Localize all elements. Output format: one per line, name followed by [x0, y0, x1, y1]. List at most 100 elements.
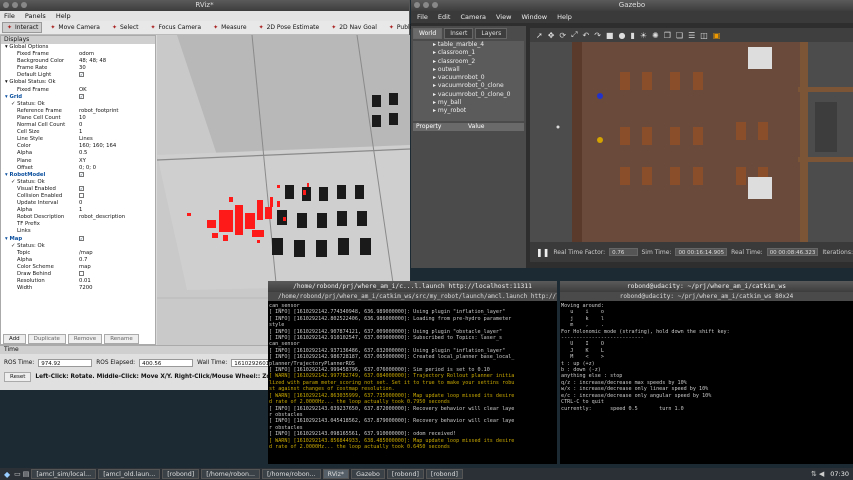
display-value[interactable]: robot_description	[79, 214, 155, 221]
display-row[interactable]: Frame Rate 30	[1, 65, 155, 72]
terminal2-tab[interactable]: robond@udacity: ~/prj/where_am_i/catkim_…	[560, 292, 853, 301]
display-value[interactable]: ✓	[79, 72, 155, 79]
pause-icon[interactable]: ❚❚	[536, 248, 549, 257]
display-row[interactable]: ▾ Grid ✓	[1, 93, 155, 101]
taskbar-item[interactable]: [/home/robon...	[201, 469, 260, 479]
volume-icon[interactable]: ◀	[819, 470, 824, 478]
tool-interact[interactable]: ✦ Interact	[2, 22, 43, 33]
terminal1-output[interactable]: can_sensor[ INFO] [1610292142.774340948,…	[268, 301, 557, 452]
display-value[interactable]: OK	[79, 87, 155, 94]
tool-measure[interactable]: ✦ Measure	[208, 22, 251, 33]
display-value[interactable]: 48; 48; 48	[79, 58, 155, 65]
tab-layers[interactable]: Layers	[475, 28, 508, 39]
display-value[interactable]: 0	[79, 122, 155, 129]
tab-insert[interactable]: Insert	[444, 28, 474, 39]
display-value[interactable]	[79, 192, 155, 200]
display-row[interactable]: Line Style Lines	[1, 136, 155, 143]
display-value[interactable]: ✓	[79, 185, 155, 193]
display-row[interactable]: Draw Behind	[1, 271, 155, 278]
translate-icon[interactable]: ✥	[548, 31, 555, 40]
display-value[interactable]: 30	[79, 65, 155, 72]
menu-panels[interactable]: Panels	[25, 11, 46, 21]
ros-time-field[interactable]: 974.92	[38, 359, 93, 367]
display-value[interactable]	[79, 243, 155, 250]
world-model-item[interactable]: ▸ classroom_1	[413, 49, 524, 57]
close-icon[interactable]	[3, 2, 9, 8]
world-tree[interactable]: ▸ table_marble_4 ▸ classroom_1 ▸ classroom…	[413, 41, 524, 121]
sun-light-icon[interactable]: ☀	[640, 31, 647, 40]
undo-icon[interactable]: ↶	[583, 31, 590, 40]
display-row[interactable]: Color Scheme map	[1, 264, 155, 271]
display-row[interactable]: ▾ Global Status: Ok	[1, 79, 155, 86]
network-icon[interactable]: ⇅	[811, 470, 817, 478]
display-row[interactable]: Links	[1, 228, 155, 235]
display-row[interactable]: Resolution 0.01	[1, 278, 155, 285]
display-value[interactable]: 0	[79, 200, 155, 207]
display-row[interactable]: Fixed Frame OK	[1, 87, 155, 94]
files-launcher-icon[interactable]: ▤	[23, 470, 30, 478]
display-row[interactable]: ✓ Status: Ok	[1, 243, 155, 250]
display-value[interactable]: map	[79, 264, 155, 271]
scale-icon[interactable]: ⤢	[571, 30, 577, 40]
screenshot-icon[interactable]: ▣	[713, 31, 721, 40]
display-row[interactable]: Alpha 0.5	[1, 150, 155, 157]
paste-icon[interactable]: ❏	[676, 31, 683, 40]
display-value[interactable]: ✓	[79, 171, 155, 179]
display-row[interactable]: Visual Enabled ✓	[1, 185, 155, 193]
gazebo-menu-file[interactable]: File	[417, 11, 428, 23]
display-value[interactable]: 160; 160; 164	[79, 143, 155, 150]
taskbar-item[interactable]: RViz*	[322, 469, 350, 479]
display-value[interactable]: 0; 0; 0	[79, 165, 155, 172]
display-value[interactable]	[79, 101, 155, 108]
display-value[interactable]	[79, 179, 155, 186]
display-row[interactable]: ✓ Status: Ok	[1, 101, 155, 108]
minimize-icon[interactable]	[423, 2, 429, 8]
tab-world[interactable]: World	[413, 28, 443, 39]
world-model-item[interactable]: ▸ classroom_2	[413, 58, 524, 66]
terminal2-titlebar[interactable]: robond@udacity: ~/prj/where_am_i/catkim_…	[560, 281, 853, 292]
start-menu-icon[interactable]: ◆	[2, 470, 12, 479]
maximize-icon[interactable]	[432, 2, 438, 8]
checkbox[interactable]: ✓	[79, 185, 84, 191]
display-row[interactable]: Offset 0; 0; 0	[1, 165, 155, 172]
menu-file[interactable]: File	[4, 11, 15, 21]
rviz-titlebar[interactable]: RViz*	[0, 0, 409, 11]
display-row[interactable]: ▾ RobotModel ✓	[1, 171, 155, 179]
menu-help[interactable]: Help	[56, 11, 71, 21]
reset-button[interactable]: Reset	[4, 372, 32, 382]
world-model-item[interactable]: ▸ my_ball	[413, 99, 524, 107]
gazebo-menu-view[interactable]: View	[496, 11, 511, 23]
duplicate-button[interactable]: Duplicate	[27, 334, 66, 344]
display-value[interactable]	[79, 228, 155, 235]
taskbar-item[interactable]: [amcl_old.laun...	[98, 469, 161, 479]
display-row[interactable]: Width 7200	[1, 285, 155, 292]
displays-tree[interactable]: ▾ Global Options Fixed Frame odom Backgroun…	[1, 44, 155, 292]
display-value[interactable]	[79, 271, 155, 278]
display-value[interactable]: 0.7	[79, 257, 155, 264]
snap-icon[interactable]: ◫	[700, 31, 708, 40]
display-row[interactable]: Plane Cell Count 10	[1, 115, 155, 122]
tool-focus-camera[interactable]: ✦ Focus Camera	[145, 22, 205, 33]
ros-elapsed-field[interactable]: 400.56	[139, 359, 194, 367]
checkbox[interactable]: ✓	[79, 93, 84, 99]
sphere-shape-icon[interactable]: ●	[618, 31, 625, 40]
point-light-icon[interactable]: ✺	[652, 31, 659, 40]
rotate-icon[interactable]: ⟳	[559, 31, 566, 40]
close-icon[interactable]	[414, 2, 420, 8]
gazebo-menu-help[interactable]: Help	[557, 11, 572, 23]
align-icon[interactable]: ☰	[688, 31, 695, 40]
checkbox[interactable]: ✓	[79, 72, 84, 78]
display-row[interactable]: Default Light ✓	[1, 72, 155, 79]
world-model-item[interactable]: ▸ vacuumrobot_0_clone_0	[413, 91, 524, 99]
clock[interactable]: 07:30	[826, 470, 853, 478]
display-row[interactable]: Collision Enabled	[1, 192, 155, 200]
gazebo-3d-scene[interactable]	[530, 42, 853, 242]
gazebo-menu-edit[interactable]: Edit	[438, 11, 451, 23]
display-row[interactable]: Alpha 0.7	[1, 257, 155, 264]
world-model-item[interactable]: ▸ vacuumrobot_0	[413, 74, 524, 82]
world-model-item[interactable]: ▸ vacuumrobot_0_clone	[413, 82, 524, 90]
cylinder-shape-icon[interactable]: ▮	[630, 31, 634, 40]
checkbox[interactable]	[79, 271, 84, 276]
taskbar-item[interactable]: [/home/robon...	[261, 469, 321, 479]
tool-move-camera[interactable]: ✦ Move Camera	[45, 22, 104, 33]
